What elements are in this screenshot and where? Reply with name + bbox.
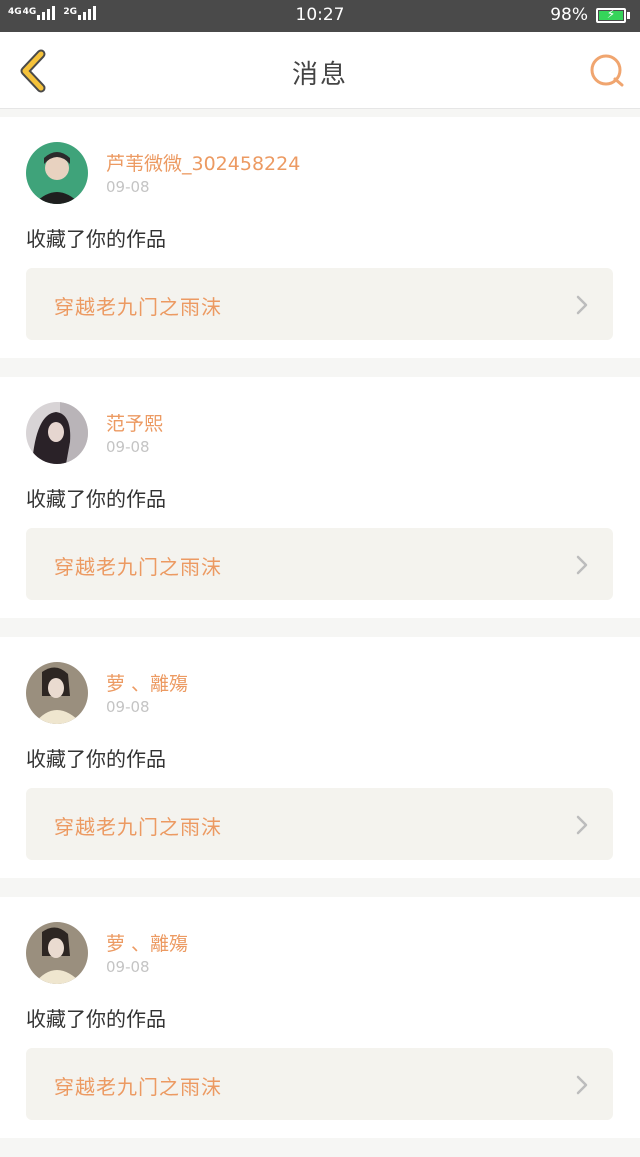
work-link[interactable]: 穿越老九门之雨沫 bbox=[26, 1048, 613, 1120]
battery-percent: 98% bbox=[550, 5, 588, 25]
message-date: 09-08 bbox=[106, 958, 150, 976]
action-text: 收藏了你的作品 bbox=[26, 487, 166, 511]
username[interactable]: 范予熙 bbox=[106, 409, 163, 436]
chevron-right-icon bbox=[576, 815, 588, 835]
chevron-right-icon bbox=[576, 1075, 588, 1095]
username[interactable]: 萝 、離殤 bbox=[106, 669, 188, 696]
avatar-image bbox=[26, 402, 88, 464]
charging-icon: ⚡ bbox=[606, 6, 616, 21]
clock: 10:27 bbox=[295, 5, 345, 25]
battery-icon: ⚡ bbox=[596, 6, 626, 23]
message-date: 09-08 bbox=[106, 698, 150, 716]
avatar[interactable] bbox=[26, 662, 88, 724]
action-text: 收藏了你的作品 bbox=[26, 1007, 166, 1031]
action-text: 收藏了你的作品 bbox=[26, 747, 166, 771]
search-button[interactable] bbox=[588, 52, 626, 90]
chevron-right-icon bbox=[576, 295, 588, 315]
message-card: 萝 、離殤 09-08 收藏了你的作品 穿越老九门之雨沫 bbox=[0, 897, 640, 1138]
battery-tip bbox=[627, 11, 630, 19]
message-date: 09-08 bbox=[106, 438, 150, 456]
avatar-image bbox=[26, 922, 88, 984]
message-card: 萝 、離殤 09-08 收藏了你的作品 穿越老九门之雨沫 bbox=[0, 637, 640, 878]
page-title: 消息 bbox=[291, 60, 348, 90]
work-link[interactable]: 穿越老九门之雨沫 bbox=[26, 268, 613, 340]
action-text: 收藏了你的作品 bbox=[26, 227, 166, 251]
avatar[interactable] bbox=[26, 922, 88, 984]
top-nav-bar: 消息 bbox=[0, 32, 640, 109]
work-title: 穿越老九门之雨沫 bbox=[54, 295, 222, 319]
search-icon bbox=[590, 54, 624, 87]
battery-status: 98% ⚡ bbox=[550, 5, 630, 25]
work-title: 穿越老九门之雨沫 bbox=[54, 1075, 222, 1099]
avatar-image bbox=[26, 662, 88, 724]
work-title: 穿越老九门之雨沫 bbox=[54, 815, 222, 839]
message-list: 芦苇微微_302458224 09-08 收藏了你的作品 穿越老九门之雨沫 范予… bbox=[0, 117, 640, 1157]
message-card: 芦苇微微_302458224 09-08 收藏了你的作品 穿越老九门之雨沫 bbox=[0, 117, 640, 358]
chevron-right-icon bbox=[576, 555, 588, 575]
avatar-image bbox=[26, 142, 88, 204]
avatar[interactable] bbox=[26, 142, 88, 204]
username[interactable]: 萝 、離殤 bbox=[106, 929, 188, 956]
status-bar: 4G 4G 2G 10:27 98% ⚡ bbox=[0, 0, 640, 32]
avatar[interactable] bbox=[26, 402, 88, 464]
message-date: 09-08 bbox=[106, 178, 150, 196]
username[interactable]: 芦苇微微_302458224 bbox=[106, 149, 300, 176]
message-card: 范予熙 09-08 收藏了你的作品 穿越老九门之雨沫 bbox=[0, 377, 640, 618]
work-link[interactable]: 穿越老九门之雨沫 bbox=[26, 528, 613, 600]
work-title: 穿越老九门之雨沫 bbox=[54, 555, 222, 579]
work-link[interactable]: 穿越老九门之雨沫 bbox=[26, 788, 613, 860]
